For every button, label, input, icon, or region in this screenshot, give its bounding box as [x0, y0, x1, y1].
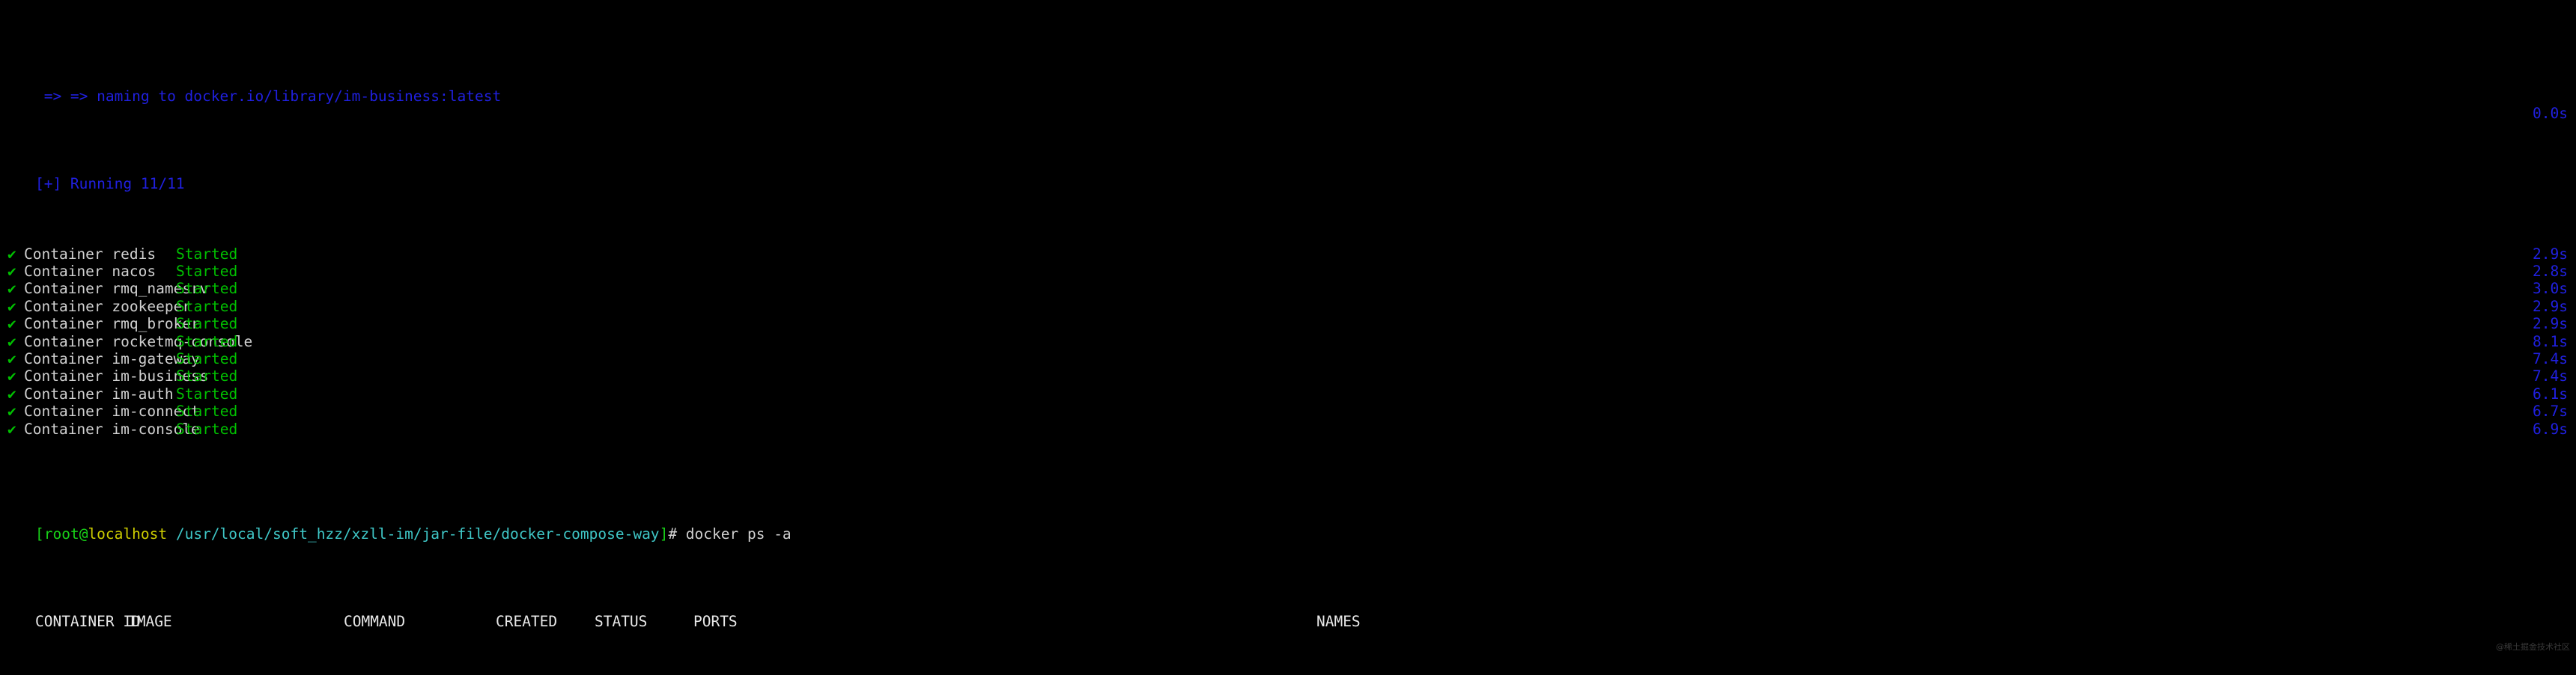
compose-container-name: Container rocketmq-console [24, 332, 253, 350]
compose-container-name: Container im-auth [24, 385, 174, 403]
compose-container-row: ✔ Container rmq_namesrvStarted 3.0s [0, 280, 2576, 297]
prompt-host: localhost [88, 525, 168, 543]
compose-container-state: Started [176, 297, 238, 315]
compose-container-row: ✔ Container rmq_brokerStarted 2.9s [0, 315, 2576, 332]
prompt-path: /usr/local/soft_hzz/xzll-im/jar-file/doc… [167, 525, 660, 543]
check-icon: ✔ [7, 350, 16, 367]
compose-container-time: 2.9s [2533, 297, 2568, 315]
check-icon: ✔ [7, 297, 16, 315]
compose-container-time: 6.7s [2533, 403, 2568, 421]
prompt-command: docker ps -a [685, 525, 792, 543]
shell-prompt-line[interactable]: [root@localhost /usr/local/soft_hzz/xzll… [0, 508, 2576, 543]
prompt-open-bracket: [ [34, 525, 44, 543]
check-icon: ✔ [7, 332, 16, 350]
compose-container-name: Container rmq_broker [24, 315, 200, 333]
compose-container-time: 7.4s [2533, 367, 2568, 385]
compose-status-line: [+] Running 11/11 [0, 158, 2576, 192]
ps-header-created: CREATED [495, 613, 558, 630]
ps-header-names: NAMES [1316, 613, 1361, 630]
compose-container-state: Started [176, 403, 238, 421]
compose-container-row: ✔ Container im-businessStarted 7.4s [0, 367, 2576, 385]
compose-container-time: 8.1s [2533, 332, 2568, 350]
compose-container-time: 7.4s [2533, 350, 2568, 367]
check-icon: ✔ [7, 367, 16, 385]
terminal-window[interactable]: => => naming to docker.io/library/im-bus… [0, 0, 2576, 675]
compose-container-state: Started [176, 315, 238, 333]
check-icon: ✔ [7, 280, 16, 298]
compose-container-state: Started [176, 420, 238, 438]
check-icon: ✔ [7, 420, 16, 438]
compose-container-time: 3.0s [2533, 280, 2568, 298]
compose-container-state: Started [176, 385, 238, 403]
compose-container-row: ✔ Container rocketmq-consoleStarted 8.1s [0, 333, 2576, 350]
compose-container-state: Started [176, 367, 238, 385]
compose-container-name: Container im-console [24, 420, 200, 438]
compose-container-time: 2.9s [2533, 315, 2568, 333]
compose-container-row: ✔ Container nacos Started 2.8s [0, 263, 2576, 280]
check-icon: ✔ [7, 403, 16, 421]
compose-container-row: ✔ Container im-connectStarted 6.7s [0, 403, 2576, 420]
compose-container-state: Started [176, 332, 238, 350]
prompt-at: @ [79, 525, 88, 543]
prompt-hash: # [668, 525, 686, 543]
scrollback-line: => => naming to docker.io/library/im-bus… [0, 70, 2576, 122]
ps-header-command: COMMAND [343, 613, 406, 630]
check-icon: ✔ [7, 263, 16, 281]
compose-container-name: Container nacos [24, 263, 157, 281]
compose-container-name: Container im-business [24, 367, 209, 385]
compose-container-list: ✔ Container redis Started 2.9s ✔ Container na… [0, 245, 2576, 438]
compose-container-row: ✔ Container im-gatewayStarted 7.4s [0, 350, 2576, 367]
compose-container-row: ✔ Container im-consoleStarted 6.9s [0, 421, 2576, 438]
check-icon: ✔ [7, 315, 16, 333]
check-icon: ✔ [7, 245, 16, 263]
check-icon: ✔ [7, 385, 16, 403]
compose-container-name: Container im-connect [24, 403, 200, 421]
compose-container-time: 2.8s [2533, 263, 2568, 281]
compose-container-row: ✔ Container zookeeperStarted 2.9s [0, 298, 2576, 315]
scrollback-time: 0.0s [2533, 105, 2568, 123]
compose-container-name: Container rmq_namesrv [24, 280, 209, 298]
ps-header-container-id: CONTAINER ID [34, 613, 141, 630]
compose-container-time: 6.9s [2533, 420, 2568, 438]
compose-container-name: Container zookeeper [24, 297, 192, 315]
ps-header-image: IMAGE [127, 613, 172, 630]
compose-container-name: Container redis [24, 245, 157, 263]
ps-header-status: STATUS [594, 613, 648, 630]
prompt-close-bracket: ] [659, 525, 669, 543]
ps-header-ports: PORTS [693, 613, 738, 630]
scrollback-text: => => naming to docker.io/library/im-bus… [34, 88, 502, 106]
compose-status-text: [+] Running 11/11 [34, 175, 185, 193]
compose-container-time: 2.9s [2533, 245, 2568, 263]
ps-table-header: CONTAINER IDIMAGE COMMAND CREATED STATUS POR… [0, 596, 2576, 630]
compose-container-state: Started [176, 280, 238, 298]
compose-container-time: 6.1s [2533, 385, 2568, 403]
prompt-user: root [43, 525, 79, 543]
compose-container-name: Container im-gateway [24, 350, 200, 367]
compose-container-row: ✔ Container im-auth Started 6.1s [0, 385, 2576, 403]
compose-container-state: Started [176, 350, 238, 367]
watermark: @稀土掘金技术社区 [2496, 641, 2570, 652]
compose-container-state: Started [176, 263, 238, 281]
compose-container-state: Started [176, 245, 238, 263]
compose-container-row: ✔ Container redis Started 2.9s [0, 245, 2576, 263]
